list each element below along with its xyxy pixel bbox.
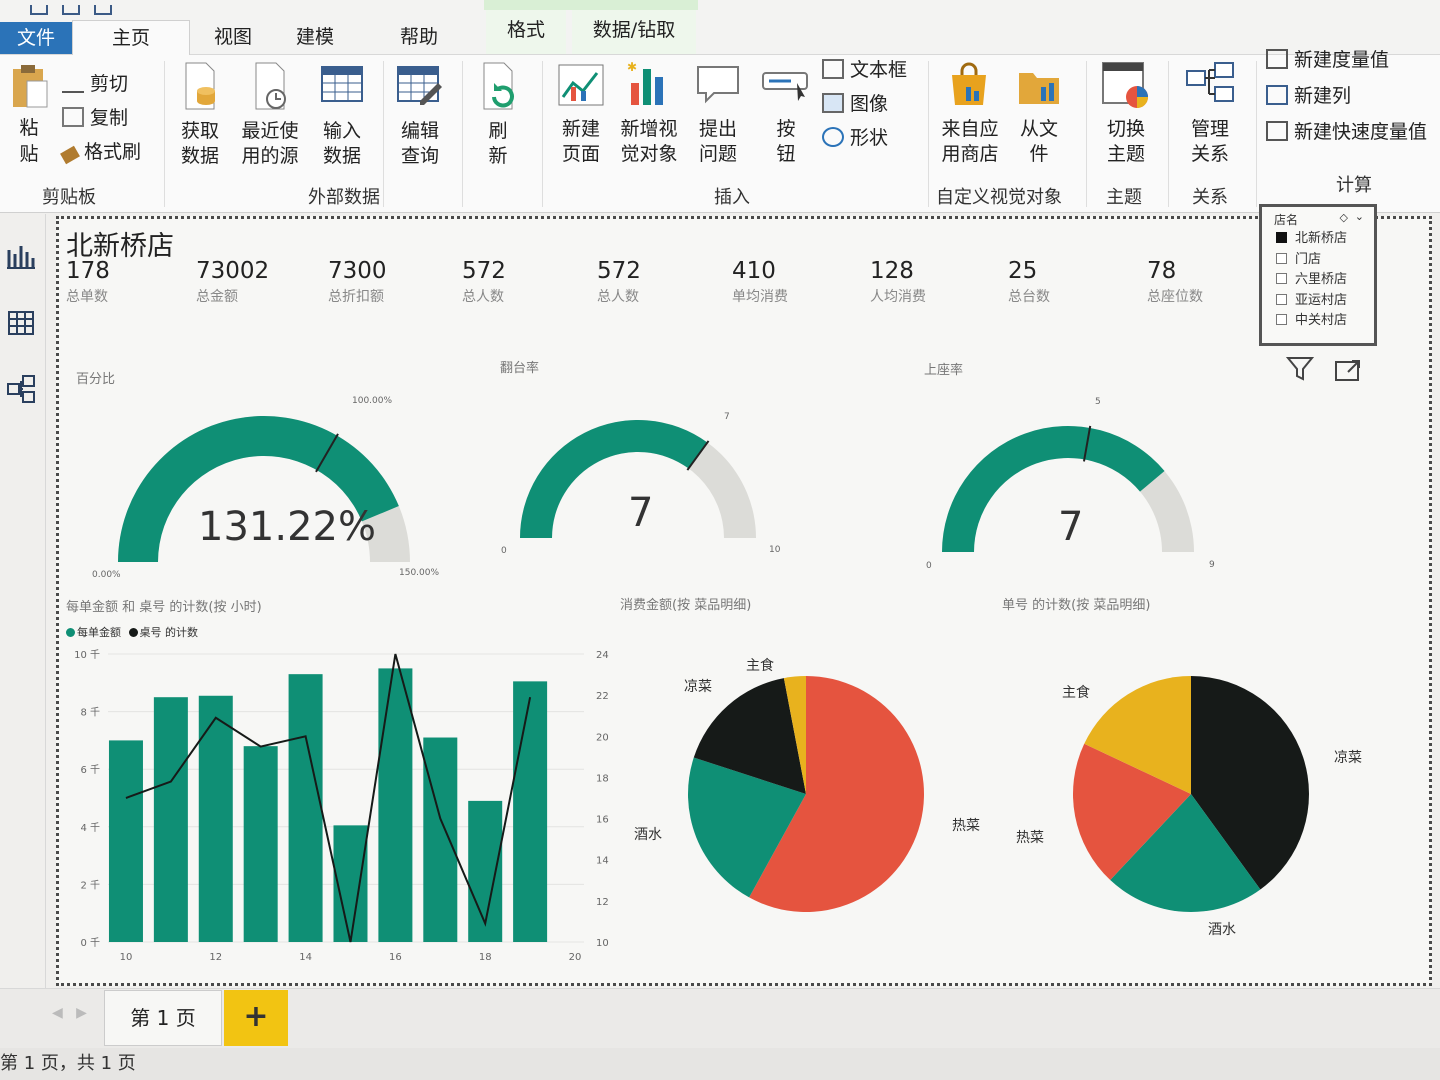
gauge-2-value: 7	[628, 490, 654, 536]
y2-tick-label: 16	[596, 815, 609, 826]
page-tab-1[interactable]: 第 1 页	[104, 990, 222, 1046]
y2-tick-label: 24	[596, 650, 609, 661]
x-tick-label: 18	[479, 952, 492, 963]
bar[interactable]	[243, 746, 278, 942]
legend-dot-dark	[128, 628, 138, 637]
pie-2-label-staple: 主食	[1062, 685, 1090, 701]
pie-1-label-staple: 主食	[746, 658, 774, 674]
y2-tick-label: 14	[596, 856, 609, 867]
y2-tick-label: 22	[596, 691, 609, 702]
chevron-right-icon[interactable]: ▶	[76, 1005, 87, 1021]
bar[interactable]	[288, 674, 323, 942]
bar[interactable]	[108, 740, 143, 942]
pie-2-label-drinks: 酒水	[1208, 922, 1236, 938]
combo-chart[interactable]: 0 千 2 千 4 千 6 千 8 千 10 千 10 12 14 16 18 20 22 24 10 12 1…	[64, 640, 624, 970]
gauge-3-min-label: 0	[926, 561, 932, 571]
gauge-3-value: 7	[1058, 504, 1084, 550]
legend-dot-teal	[66, 628, 75, 637]
gauge-2-min-label: 0	[501, 546, 507, 556]
x-tick-label: 10	[120, 952, 133, 963]
pie-chart-count[interactable]	[1040, 640, 1400, 940]
y-tick-label: 2 千	[80, 879, 100, 891]
add-page-button[interactable]: +	[224, 990, 288, 1046]
gauge-2-max-label: 10	[769, 545, 781, 555]
x-tick-label: 16	[389, 952, 402, 963]
combo-chart-title: 每单金额 和 桌号 的计数(按 小时)	[66, 600, 262, 615]
pie-1-label-cold: 凉菜	[684, 679, 712, 695]
pie-1-label-hot: 热菜	[952, 818, 980, 834]
gauge-1-max-label: 150.00%	[399, 568, 440, 578]
y-tick-label: 10 千	[74, 649, 100, 661]
bar[interactable]	[198, 695, 233, 942]
gauge-2-target-label: 7	[724, 412, 730, 422]
page-nav-arrows[interactable]: ◀ ▶	[52, 1005, 87, 1021]
bar[interactable]	[423, 737, 458, 942]
legend-item-count[interactable]: 桌号 的计数	[140, 626, 199, 639]
chevron-left-icon[interactable]: ◀	[52, 1005, 63, 1021]
bar[interactable]	[378, 668, 413, 942]
y2-tick-label: 20	[596, 732, 609, 743]
pie-1-title: 消费金额(按 菜品明细)	[620, 598, 752, 613]
pie-2-title: 单号 的计数(按 菜品明细)	[1002, 598, 1151, 613]
gauge-3-max-label: 9	[1209, 560, 1215, 570]
gauge-fill[interactable]	[520, 419, 708, 538]
y2-tick-label: 12	[596, 897, 609, 908]
y-tick-label: 8 千	[80, 707, 100, 719]
gauge-fill[interactable]	[942, 426, 1165, 552]
x-tick-label: 12	[209, 952, 222, 963]
powerbi-desktop: 文件 主页 视图 建模 帮助 格式 数据/钻取 粘贴 剪切 复制 格式刷 剪贴板…	[0, 0, 1440, 1080]
pie-2-label-cold: 凉菜	[1334, 750, 1362, 766]
bar[interactable]	[513, 681, 548, 942]
gauge-1-min-label: 0.00%	[92, 570, 121, 580]
pie-chart-amount[interactable]	[620, 640, 980, 940]
y-tick-label: 4 千	[80, 822, 100, 834]
bar[interactable]	[153, 697, 188, 942]
gauge-1-value: 131.22%	[198, 504, 376, 550]
y2-tick-label: 10	[596, 938, 609, 949]
y2-tick-label: 18	[596, 773, 609, 784]
pie-2-label-hot: 热菜	[1016, 830, 1044, 846]
x-tick-label: 14	[299, 952, 312, 963]
gauge-3-target-label: 5	[1095, 397, 1101, 407]
y-tick-label: 6 千	[80, 764, 100, 776]
x-tick-label: 20	[569, 952, 582, 963]
pie-1-label-drinks: 酒水	[634, 827, 662, 843]
gauge-1-target-label: 100.00%	[352, 396, 393, 406]
status-bar: 第 1 页，共 1 页	[0, 1048, 1440, 1080]
y-tick-label: 0 千	[80, 937, 100, 949]
legend-item-amount[interactable]: 每单金额	[77, 626, 121, 639]
combo-chart-legend: 每单金额 桌号 的计数	[66, 624, 198, 640]
